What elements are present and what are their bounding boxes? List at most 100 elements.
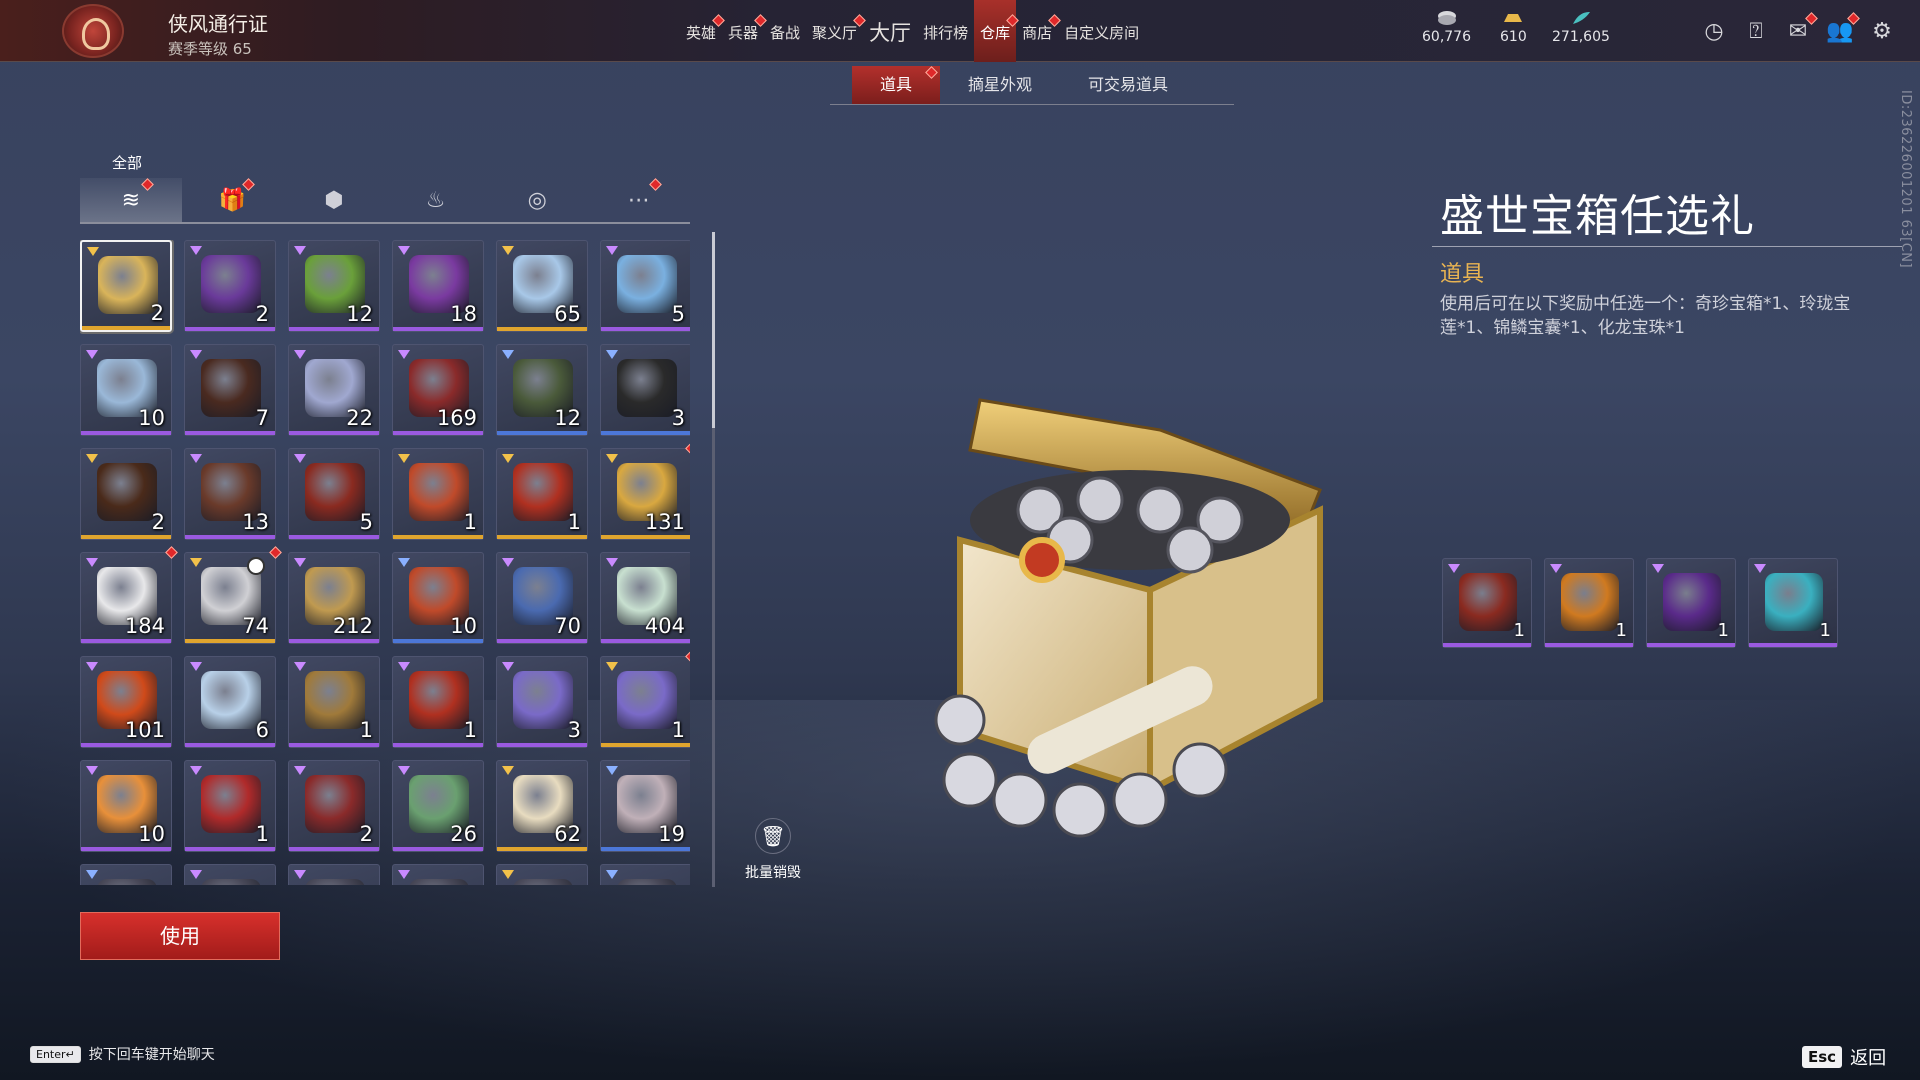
inventory-slot[interactable]: 70	[496, 552, 588, 644]
rarity-gem-icon	[294, 766, 306, 775]
inventory-scroll-thumb[interactable]	[712, 232, 715, 428]
reward-option[interactable]: 1	[1646, 558, 1736, 648]
nav-item-7[interactable]: 商店	[1016, 0, 1061, 62]
reward-option[interactable]: 1	[1544, 558, 1634, 648]
subtab-0[interactable]: 道具	[852, 66, 941, 104]
settings-icon[interactable]: ⚙	[1868, 18, 1896, 46]
inventory-slot[interactable]: 19	[600, 760, 690, 852]
chat-hint[interactable]: Enter↵ 按下回车键开始聊天	[30, 1044, 215, 1064]
inventory-slot[interactable]: 1	[184, 760, 276, 852]
season-level: 赛季等级 65	[168, 40, 252, 58]
inventory-slot[interactable]: 2	[80, 240, 172, 332]
inventory-slot[interactable]: 62	[496, 760, 588, 852]
rarity-bar	[81, 743, 171, 747]
inventory-slot[interactable]: 12	[288, 240, 380, 332]
rarity-bar	[289, 535, 379, 539]
nav-item-1[interactable]: 兵器	[722, 0, 767, 62]
inventory-slot[interactable]: 3	[496, 656, 588, 748]
inventory-slot[interactable]: 18	[392, 240, 484, 332]
inventory-slot[interactable]: 26	[392, 760, 484, 852]
inventory-slot[interactable]: 6	[184, 656, 276, 748]
nav-item-3[interactable]: 聚义厅	[806, 0, 866, 62]
inventory-slot[interactable]	[600, 864, 690, 885]
category-tab-1[interactable]: 🎁	[182, 178, 284, 222]
battle-pass-emblem-icon[interactable]	[62, 4, 124, 58]
inventory-slot[interactable]: 13	[184, 448, 276, 540]
gift-icon: 🎁	[218, 187, 247, 213]
battle-pass-title[interactable]: 侠风通行证	[168, 8, 268, 37]
inventory-slot[interactable]: 131	[600, 442, 690, 540]
help-icon[interactable]: ⍰	[1742, 18, 1770, 46]
inventory-slot[interactable]: 101	[80, 656, 172, 748]
timer-icon[interactable]: ◷	[1700, 18, 1728, 46]
reward-option[interactable]: 1	[1748, 558, 1838, 648]
rarity-gem-icon	[86, 350, 98, 359]
item-count: 169	[436, 406, 477, 430]
reward-count: 1	[1513, 620, 1525, 641]
inventory-slot[interactable]: 2	[288, 760, 380, 852]
item-art-icon	[409, 671, 469, 729]
inventory-slot[interactable]: 2	[80, 448, 172, 540]
inventory-slot[interactable]: 12	[496, 344, 588, 436]
mail-icon[interactable]: ✉	[1784, 12, 1818, 46]
rarity-gem-icon	[398, 454, 410, 463]
category-tab-2[interactable]: ⬢	[283, 178, 385, 222]
inventory-slot[interactable]	[496, 864, 588, 885]
inventory-slot[interactable]: 212	[288, 552, 380, 644]
inventory-slot[interactable]: 1	[392, 448, 484, 540]
notification-dot	[165, 546, 178, 559]
inventory-slot[interactable]: 1	[392, 656, 484, 748]
inventory-slot[interactable]: 10	[392, 552, 484, 644]
inventory-slot[interactable]: 10	[80, 760, 172, 852]
nav-item-0[interactable]: 英雄	[680, 0, 725, 62]
rarity-gem-icon	[86, 870, 98, 879]
friends-icon[interactable]: 👥	[1826, 12, 1860, 46]
inventory-slot[interactable]: 5	[600, 240, 690, 332]
inventory-slot[interactable]: 1	[288, 656, 380, 748]
inventory-slot[interactable]: 10	[80, 344, 172, 436]
category-tab-4[interactable]: ◎	[486, 178, 588, 222]
inventory-slot[interactable]: 404	[600, 552, 690, 644]
use-button[interactable]: 使用	[80, 912, 280, 960]
back-button[interactable]: Esc 返回	[1802, 1044, 1886, 1070]
inventory-slot[interactable]: 169	[392, 344, 484, 436]
inventory-slot[interactable]: 184	[80, 546, 178, 644]
inventory-slot[interactable]: 5	[288, 448, 380, 540]
inventory-slot[interactable]: 1	[496, 448, 588, 540]
trash-icon: 🗑	[755, 818, 791, 854]
rarity-gem-icon	[190, 454, 202, 463]
inventory-slot[interactable]: 22	[288, 344, 380, 436]
inventory-slot[interactable]: 2	[184, 240, 276, 332]
category-tab-3[interactable]: ♨	[385, 178, 487, 222]
reward-option[interactable]: 1	[1442, 558, 1532, 648]
layers-icon: ≋	[121, 187, 141, 213]
inventory-slot[interactable]: 65	[496, 240, 588, 332]
inventory-slot[interactable]	[392, 864, 484, 885]
subtab-label: 摘星外观	[968, 75, 1033, 94]
batch-destroy-button[interactable]: 🗑 批量销毁	[738, 818, 808, 882]
inventory-slot[interactable]	[184, 864, 276, 885]
nav-item-5[interactable]: 排行榜	[917, 0, 974, 62]
item-count: 1	[359, 718, 373, 742]
inventory-slot[interactable]: 3	[600, 344, 690, 436]
inventory-slot[interactable]: 7	[184, 344, 276, 436]
inventory-slot[interactable]: 74	[184, 546, 282, 644]
item-count: 13	[242, 510, 269, 534]
rarity-bar	[497, 431, 587, 435]
currency-gold: 610	[1500, 10, 1527, 45]
nav-item-8[interactable]: 自定义房间	[1058, 0, 1145, 62]
subtab-1[interactable]: 摘星外观	[940, 66, 1060, 104]
nav-item-2[interactable]: 备战	[764, 0, 806, 62]
rarity-bar	[601, 327, 690, 331]
inventory-slot[interactable]: 1	[600, 650, 690, 748]
inventory-slot[interactable]	[80, 864, 172, 885]
category-tab-0[interactable]: ≋	[80, 178, 182, 222]
nav-item-4[interactable]: 大厅	[863, 0, 917, 62]
category-tab-5[interactable]: ⋯	[588, 178, 690, 222]
subtab-2[interactable]: 可交易道具	[1060, 66, 1196, 104]
rarity-gem-icon	[190, 350, 202, 359]
enter-key-icon: Enter↵	[30, 1045, 81, 1063]
inventory-slot[interactable]	[288, 864, 380, 885]
nav-item-6[interactable]: 仓库	[974, 0, 1019, 62]
rarity-gem-icon	[398, 662, 410, 671]
